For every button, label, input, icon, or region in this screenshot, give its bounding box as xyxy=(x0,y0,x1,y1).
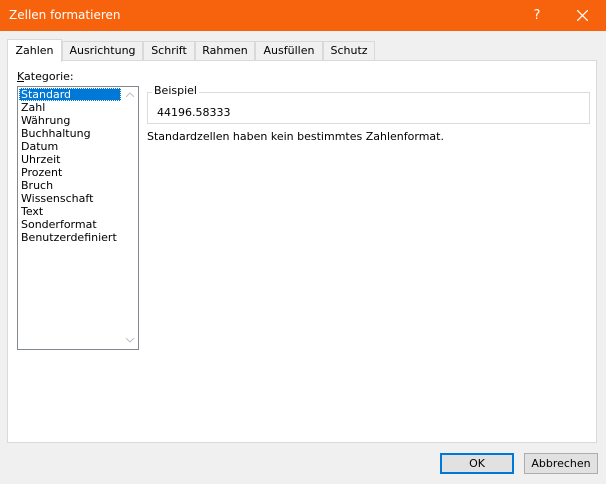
sample-legend: Beispiel xyxy=(152,84,199,97)
category-list: Standard Zahl Währung Buchhaltung Datum … xyxy=(19,88,121,244)
category-label: Kategorie: xyxy=(17,70,74,83)
tab-schutz[interactable]: Schutz xyxy=(323,41,375,60)
cancel-button[interactable]: Abbrechen xyxy=(524,453,598,474)
category-item-prozent[interactable]: Prozent xyxy=(19,166,121,179)
sample-group: Beispiel 44196.58333 xyxy=(147,84,590,124)
tab-rahmen[interactable]: Rahmen xyxy=(195,41,255,60)
help-button[interactable]: ? xyxy=(527,0,547,31)
category-item-standard[interactable]: Standard xyxy=(19,88,121,101)
close-button[interactable] xyxy=(560,0,606,31)
category-item-zahl[interactable]: Zahl xyxy=(19,101,121,114)
category-label-accesskey: K xyxy=(17,70,25,83)
category-item-text[interactable]: Text xyxy=(19,205,121,218)
ok-button[interactable]: OK xyxy=(440,453,514,474)
category-label-text: ategorie: xyxy=(24,70,74,83)
listbox-scrollbar[interactable] xyxy=(122,87,138,349)
category-item-uhrzeit[interactable]: Uhrzeit xyxy=(19,153,121,166)
category-item-buchhaltung[interactable]: Buchhaltung xyxy=(19,127,121,140)
category-item-wissenschaft[interactable]: Wissenschaft xyxy=(19,192,121,205)
category-listbox[interactable]: Standard Zahl Währung Buchhaltung Datum … xyxy=(17,86,139,350)
dialog-title: Zellen formatieren xyxy=(9,8,121,22)
category-item-bruch[interactable]: Bruch xyxy=(19,179,121,192)
category-item-benutzerdefiniert[interactable]: Benutzerdefiniert xyxy=(19,231,121,244)
scroll-down-icon[interactable] xyxy=(122,333,138,349)
category-item-sonderformat[interactable]: Sonderformat xyxy=(19,218,121,231)
scroll-up-icon[interactable] xyxy=(122,87,138,103)
tab-schrift[interactable]: Schrift xyxy=(143,41,195,60)
sample-value: 44196.58333 xyxy=(157,106,231,119)
category-item-datum[interactable]: Datum xyxy=(19,140,121,153)
tab-panel-zahlen: Kategorie: Standard Zahl Währung Buchhal… xyxy=(7,60,597,443)
title-bar: Zellen formatieren ? xyxy=(0,0,606,31)
tab-zahlen[interactable]: Zahlen xyxy=(7,39,62,62)
tab-ausfuellen[interactable]: Ausfüllen xyxy=(255,41,323,60)
tab-ausrichtung[interactable]: Ausrichtung xyxy=(62,41,143,60)
close-icon xyxy=(577,10,588,21)
format-description: Standardzellen haben kein bestimmtes Zah… xyxy=(147,130,444,143)
format-cells-dialog: Zellen formatieren ? Zahlen Ausrichtung … xyxy=(0,0,606,484)
category-item-waehrung[interactable]: Währung xyxy=(19,114,121,127)
